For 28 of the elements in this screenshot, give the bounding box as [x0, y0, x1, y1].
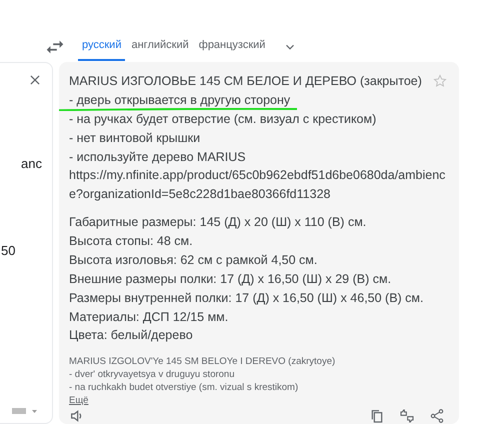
translation-line: MARIUS ИЗГОЛОВЬЕ 145 СМ БЕЛОЕ И ДЕРЕВО (закрытое) [69, 74, 422, 89]
translation-line: Размеры внутренней полки: 17 (Д) x 16,50 (Ш) x 46,50 (В) см. [69, 290, 424, 306]
translation-line: Внешние размеры полки: 17 (Д) x 16,50 (Ш) x 29 (В) см. [69, 272, 392, 287]
close-icon[interactable] [28, 73, 42, 87]
source-text: anc [21, 156, 42, 171]
translation-line: Высота изголовья: 62 см с рамкой 4,50 см. [69, 252, 318, 268]
translation-line: Высота стопы: 48 см. [69, 234, 193, 249]
transliteration-line: MARIUS IZGOLOV'Ye 145 SM BELOYe I DEREVO (zakrytoye) [69, 355, 336, 368]
source-text: 50 [1, 243, 16, 258]
translation-line: - нет винтовой крышки [69, 130, 200, 146]
language-tab[interactable]: французский [194, 33, 270, 61]
copy-icon[interactable] [369, 408, 385, 424]
star-icon[interactable] [433, 74, 447, 88]
translation-line: e?organizationId=5e8c228d1bae80366fd11328 [69, 187, 330, 202]
translation-line: Материалы: ДСП 12/15 мм. [69, 310, 228, 324]
thumbs-icon[interactable] [399, 408, 415, 424]
share-icon[interactable] [429, 408, 445, 424]
translation-line: - используйте дерево MARIUS [69, 150, 246, 165]
more-link[interactable]: Ещё [69, 394, 88, 408]
translation-line: Габаритные размеры: 145 (Д) x 20 (Ш) x 110 (В) см. [69, 215, 366, 230]
translation-line: - на ручках будет отверстие (см. визуал с крестиком) [69, 112, 376, 127]
transliteration-line: - na ruchkakh budet otverstiye (sm. vizual s krestikom) [69, 381, 298, 394]
translation-line: Цвета: белый/дерево [69, 328, 193, 344]
transliteration-line: - dver' otkryvayetsya v druguyu storonu [69, 368, 234, 382]
keyboard-icon[interactable] [12, 407, 38, 415]
translation-line: - дверь открывается в другую сторону [69, 92, 290, 108]
translation-line: https://my.nfinite.app/product/65c0b962ebdf51d6be0680da/ambienc [69, 168, 446, 184]
language-tab[interactable]: английский [127, 33, 193, 61]
